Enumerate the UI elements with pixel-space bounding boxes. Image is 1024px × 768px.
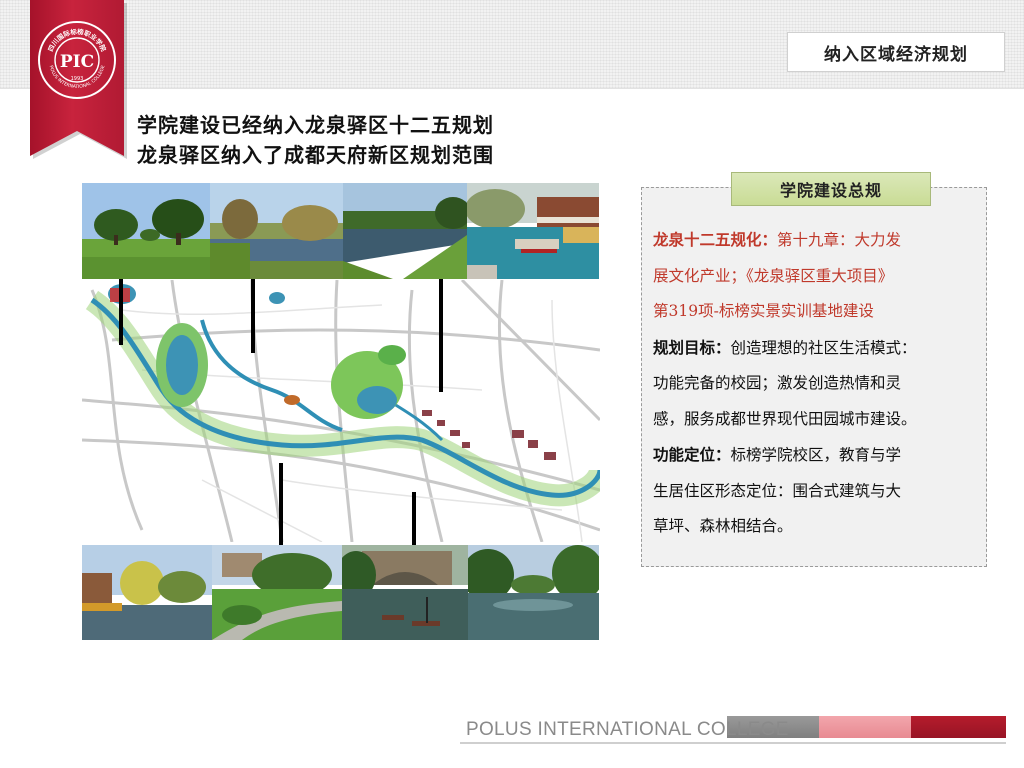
seal-monogram: PIC bbox=[60, 52, 94, 72]
panel-line-1: 龙泉十二五规化：第十九章：大力发 bbox=[653, 230, 902, 249]
headline-line-2: 龙泉驿区纳入了成都天府新区规划范围 bbox=[137, 143, 494, 167]
footer-college-name: POLUS INTERNATIONAL COLLEGE bbox=[466, 719, 789, 740]
panel-line-9: 草坪、森林相结合。 bbox=[653, 517, 793, 535]
connector-line-2 bbox=[251, 279, 255, 353]
headline-line-1: 学院建设已经纳入龙泉驿区十二五规划 bbox=[137, 113, 494, 137]
seal-name-cn: 四川国际标榜职业学院 bbox=[47, 27, 109, 53]
panel-line-3: 第319项-标榜实景实训基地建设 bbox=[653, 302, 874, 320]
photo-park-path bbox=[212, 545, 342, 640]
college-seal-logo: 四川国际标榜职业学院 POLUS INTERNATIONAL COLLEGE P… bbox=[38, 21, 116, 99]
panel-tab-label: 学院建设总规 bbox=[731, 172, 931, 206]
connector-line-1 bbox=[119, 279, 123, 345]
photo-punting-bridge bbox=[342, 545, 468, 640]
connector-line-5 bbox=[412, 492, 416, 545]
panel-line-8: 生居住区形态定位：围合式建筑与大 bbox=[653, 481, 902, 500]
panel-line-7: 功能定位：标榜学院校区，教育与学 bbox=[653, 445, 902, 464]
footer-rule bbox=[460, 742, 1006, 744]
photo-riverwalk-boats bbox=[467, 183, 599, 279]
footer-bar-pink bbox=[819, 716, 911, 738]
panel-line-6: 感，服务成都世界现代田园城市建设。 bbox=[653, 409, 917, 428]
photo-canal-houses bbox=[82, 545, 212, 640]
footer-bar-red bbox=[911, 716, 1006, 738]
photo-river-reeds bbox=[210, 183, 343, 279]
panel-text: 龙泉十二五规化：第十九章：大力发 展文化产业；《龙泉驿区重大项目》 第319项-… bbox=[653, 222, 983, 545]
photo-tree-lined-river bbox=[468, 545, 599, 640]
panel-line-2: 展文化产业；《龙泉驿区重大项目》 bbox=[653, 266, 894, 285]
panel-line-5: 功能完备的校园；激发创造热情和灵 bbox=[653, 374, 902, 392]
photo-canal-bank bbox=[343, 183, 467, 279]
photo-meadow-trees bbox=[82, 183, 210, 279]
connector-line-4 bbox=[279, 463, 283, 545]
panel-line-4: 规划目标：创造理想的社区生活模式： bbox=[653, 337, 917, 357]
seal-year: 1993 bbox=[71, 76, 84, 82]
connector-line-3 bbox=[439, 279, 443, 392]
section-title: 纳入区域经济规划 bbox=[787, 32, 1005, 72]
district-plan-map bbox=[82, 280, 600, 542]
svg-text:四川国际标榜职业学院: 四川国际标榜职业学院 bbox=[47, 27, 109, 53]
headline: 学院建设已经纳入龙泉驿区十二五规划 龙泉驿区纳入了成都天府新区规划范围 bbox=[137, 110, 494, 170]
